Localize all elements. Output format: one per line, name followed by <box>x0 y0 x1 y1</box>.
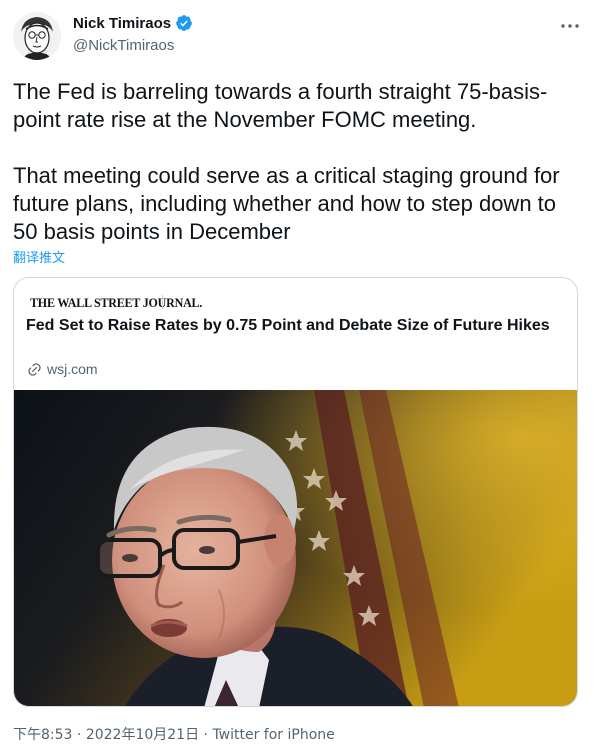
card-title: Fed Set to Raise Rates by 0.75 Point and… <box>26 317 550 334</box>
card-publisher: THE WALL STREET JOURNAL. <box>30 295 203 311</box>
tweet-meta: 下午8:53 · 2022年10月21日 · Twitter for iPhon… <box>13 724 335 744</box>
author-name[interactable]: Nick Timiraos <box>73 15 171 32</box>
avatar-illustration <box>13 12 61 60</box>
publisher-divider <box>162 295 163 309</box>
link-card[interactable]: THE WALL STREET JOURNAL. Fed Set to Rais… <box>13 277 578 707</box>
tweet-paragraph: That meeting could serve as a critical s… <box>13 163 560 244</box>
tweet-time[interactable]: 下午8:53 <box>13 727 72 743</box>
verified-badge-icon <box>175 14 193 32</box>
tweet-paragraph: The Fed is barreling towards a fourth st… <box>13 79 548 132</box>
more-options-button[interactable] <box>556 14 584 38</box>
link-icon <box>28 362 41 376</box>
author-name-row: Nick Timiraos <box>73 14 193 32</box>
card-image <box>14 390 577 706</box>
meta-separator: · <box>76 727 82 743</box>
tweet: Nick Timiraos @NickTimiraos The Fed is b… <box>0 0 606 753</box>
avatar[interactable] <box>13 12 61 60</box>
meta-separator: · <box>203 727 208 743</box>
tweet-date[interactable]: 2022年10月21日 <box>86 727 199 743</box>
more-horizontal-icon <box>561 24 579 28</box>
translate-tweet-link[interactable]: 翻译推文 <box>13 247 65 266</box>
author-handle[interactable]: @NickTimiraos <box>73 37 174 54</box>
tweet-text: The Fed is barreling towards a fourth st… <box>13 78 583 246</box>
card-domain-row: wsj.com <box>27 361 98 377</box>
tweet-source[interactable]: Twitter for iPhone <box>212 727 334 743</box>
card-domain: wsj.com <box>47 361 98 377</box>
